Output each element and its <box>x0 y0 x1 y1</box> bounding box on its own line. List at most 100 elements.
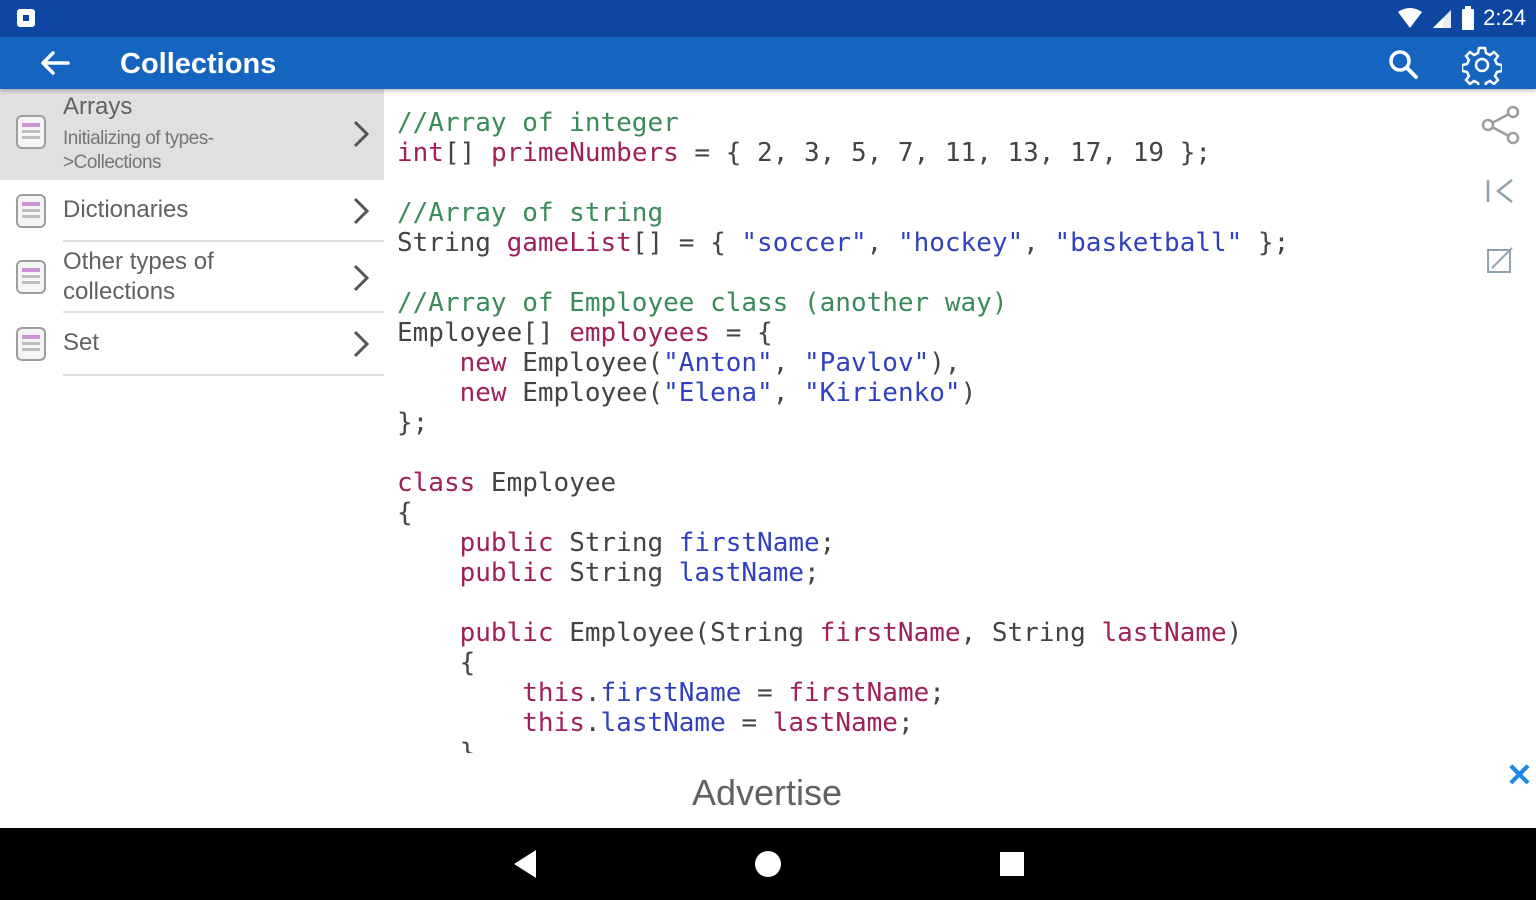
chevron-right-icon <box>353 120 370 148</box>
app-bar: Collections <box>0 37 1536 89</box>
code-token: "Anton" <box>663 348 773 378</box>
code-line: //Array of Employee class (another way) <box>397 288 1457 318</box>
search-icon[interactable] <box>1386 47 1420 81</box>
code-token: "Pavlov" <box>804 348 930 378</box>
chevron-right-icon <box>353 264 370 292</box>
code-token: , <box>1023 228 1055 258</box>
back-arrow-icon[interactable] <box>38 49 70 77</box>
nav-back-icon[interactable] <box>508 846 544 882</box>
code-token: "Elena" <box>663 378 773 408</box>
close-icon[interactable]: ✕ <box>1506 756 1533 794</box>
code-token: firstName <box>678 528 820 558</box>
code-line: }; <box>397 408 1457 438</box>
code-token: employees <box>569 318 711 348</box>
code-token: String <box>397 228 507 258</box>
code-token: int <box>397 138 444 168</box>
ad-banner[interactable]: Advertise ✕ <box>0 754 1536 828</box>
sidebar-item-dictionaries[interactable]: Dictionaries <box>0 180 384 242</box>
code-token: String <box>553 558 679 588</box>
sidebar-item-label: Other types of <box>63 248 214 275</box>
code-token: lastName <box>772 708 898 738</box>
code-token: //Array of string <box>397 198 664 228</box>
nav-home-icon[interactable] <box>750 846 786 882</box>
code-token: Employee( <box>506 348 664 378</box>
system-nav-bar <box>0 828 1536 900</box>
code-token: , String <box>960 618 1102 648</box>
code-token: = <box>725 708 773 738</box>
nav-recents-icon[interactable] <box>994 846 1030 882</box>
sidebar-item-arrays[interactable]: Arrays Initializing of types- >Collectio… <box>0 89 384 180</box>
code-line: int[] primeNumbers = { 2, 3, 5, 7, 11, 1… <box>397 138 1457 168</box>
code-token: , <box>772 348 805 378</box>
code-token: class <box>397 468 476 498</box>
status-icons: 2:24 <box>1397 4 1526 32</box>
code-line: //Array of integer <box>397 108 1457 138</box>
code-token: firstName <box>819 618 961 648</box>
code-token: String <box>553 528 679 558</box>
code-token: this <box>522 678 585 708</box>
code-token: . <box>584 708 601 738</box>
code-token: [] <box>443 138 491 168</box>
code-token: "soccer" <box>741 228 867 258</box>
code-token: ) <box>960 378 977 408</box>
sidebar-item-other-collections[interactable]: Other types of collections <box>0 242 384 313</box>
code-token: , <box>772 378 805 408</box>
code-token: = { <box>710 318 773 348</box>
code-token: Employee(String <box>553 618 820 648</box>
document-icon <box>16 115 46 149</box>
edit-icon[interactable] <box>1478 238 1524 284</box>
notification-icon <box>17 9 35 27</box>
code-token: "Kirienko" <box>804 378 961 408</box>
document-icon <box>16 327 46 361</box>
code-token: = <box>741 678 789 708</box>
code-line: { <box>397 648 1457 678</box>
share-icon[interactable] <box>1478 102 1524 148</box>
code-line: new Employee("Elena", "Kirienko") <box>397 378 1457 408</box>
code-token: primeNumbers <box>490 138 679 168</box>
sidebar-item-label: Arrays <box>63 93 133 120</box>
chevron-right-icon <box>353 330 370 358</box>
sidebar-item-sublabel: >Collections <box>63 152 162 173</box>
sidebar-item-sublabel: Initializing of types- <box>63 128 214 149</box>
code-line: Employee[] employees = { <box>397 318 1457 348</box>
code-token: public <box>459 618 554 648</box>
code-line: //Array of string <box>397 198 1457 228</box>
code-line: public String firstName; <box>397 528 1457 558</box>
code-line: } <box>397 738 1457 753</box>
code-token: }; <box>397 408 429 438</box>
code-line: class Employee <box>397 468 1457 498</box>
code-token: lastName <box>600 708 726 738</box>
sidebar-item-label: Dictionaries <box>63 196 189 223</box>
code-token: } <box>397 738 476 753</box>
code-line: this.firstName = firstName; <box>397 678 1457 708</box>
code-token: //Array of integer <box>397 108 679 138</box>
code-token: public <box>459 528 554 558</box>
code-line: new Employee("Anton", "Pavlov"), <box>397 348 1457 378</box>
gear-icon[interactable] <box>1462 45 1502 85</box>
code-token: { <box>397 498 413 528</box>
code-view[interactable]: //Array of integer int[] primeNumbers = {… <box>397 108 1457 753</box>
clock: 2:24 <box>1483 5 1526 30</box>
code-token: ; <box>897 708 914 738</box>
sidebar-item-set[interactable]: Set <box>0 313 384 376</box>
code-token: , <box>866 228 898 258</box>
first-page-icon[interactable] <box>1478 170 1524 216</box>
code-line: { <box>397 498 1457 528</box>
chevron-right-icon <box>353 197 370 225</box>
code-token: }; <box>1242 228 1290 258</box>
ad-text: Advertise <box>692 772 843 813</box>
code-token: ), <box>929 348 961 378</box>
wifi-icon <box>1398 8 1423 28</box>
code-line: public String lastName; <box>397 558 1457 588</box>
code-token: lastName <box>678 558 805 588</box>
code-token: firstName <box>600 678 742 708</box>
code-token: ; <box>804 558 820 588</box>
